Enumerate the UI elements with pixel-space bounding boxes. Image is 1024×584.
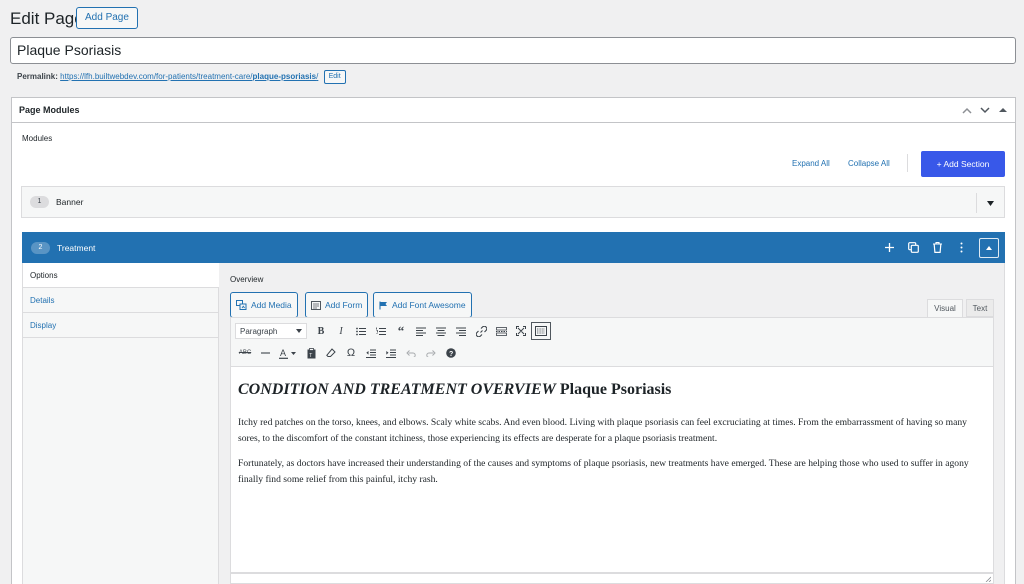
collapse-toggle-icon[interactable] [997, 104, 1009, 116]
indent-icon[interactable] [381, 344, 401, 362]
blockquote-icon[interactable]: “ [391, 322, 411, 340]
field-label-overview: Overview [230, 275, 264, 284]
add-page-button[interactable]: Add Page [76, 7, 138, 29]
post-title-input[interactable]: Plaque Psoriasis [10, 37, 1016, 64]
permalink-base: https://lfh.builtwebdev.com/for-patients… [60, 72, 253, 82]
divider [907, 154, 908, 172]
content-paragraph: Fortunately, as doctors have increased t… [238, 458, 969, 485]
bold-icon[interactable]: B [311, 322, 331, 340]
toolbar-row-1: Paragraph B I “ [235, 322, 551, 340]
add-font-awesome-label: Add Font Awesome [392, 300, 466, 310]
resize-handle-icon[interactable] [985, 576, 991, 582]
permalink-link[interactable]: https://lfh.builtwebdev.com/for-patients… [60, 72, 318, 81]
permalink: Permalink: https://lfh.builtwebdev.com/f… [17, 70, 346, 84]
add-media-label: Add Media [251, 300, 292, 310]
numbered-list-icon[interactable] [371, 322, 391, 340]
tab-details[interactable]: Details [23, 288, 218, 313]
add-section-button[interactable]: + Add Section [921, 151, 1005, 177]
section-label: Treatment [57, 242, 96, 253]
link-icon[interactable] [471, 322, 491, 340]
align-left-icon[interactable] [411, 322, 431, 340]
more-options-icon[interactable] [949, 236, 973, 260]
section-tabs: Options Details Display [23, 263, 219, 584]
page-title: Edit Page [10, 9, 84, 28]
content-heading: CONDITION AND TREATMENT OVERVIEW Plaque … [238, 381, 986, 399]
duplicate-icon[interactable] [901, 236, 925, 260]
svg-text:?: ? [449, 351, 453, 358]
tab-visual[interactable]: Visual [927, 299, 963, 318]
section-row-treatment[interactable]: 2 Treatment [22, 232, 1005, 263]
postbox-header: Page Modules [12, 98, 1015, 123]
italic-icon[interactable]: I [331, 322, 351, 340]
svg-text:A: A [280, 348, 286, 358]
flag-icon [379, 301, 387, 309]
text-color-icon[interactable]: A [275, 344, 301, 362]
add-icon[interactable] [877, 236, 901, 260]
collapse-section-icon[interactable] [979, 237, 999, 258]
permalink-label: Permalink: [17, 72, 58, 82]
section-body-treatment: Options Details Display Overview Add Med… [22, 263, 1005, 584]
expand-section-icon[interactable] [976, 193, 1004, 213]
toolbar-row-2: ABC A T Ω ? [235, 344, 461, 362]
align-right-icon[interactable] [451, 322, 471, 340]
permalink-trailing: / [316, 72, 319, 82]
section-number: 2 [31, 241, 50, 254]
format-select[interactable]: Paragraph [235, 323, 307, 339]
add-media-button[interactable]: Add Media [230, 292, 298, 318]
content-paragraph: Itchy red patches on the torso, knees, a… [238, 417, 967, 444]
editor-content[interactable]: CONDITION AND TREATMENT OVERVIEW Plaque … [230, 367, 994, 573]
format-select-value: Paragraph [240, 326, 278, 336]
read-more-icon[interactable] [491, 322, 511, 340]
add-form-button[interactable]: Add Form [305, 292, 369, 318]
editor-status-bar [230, 573, 994, 584]
horizontal-line-icon[interactable] [255, 344, 275, 362]
heading-italic: CONDITION AND TREATMENT OVERVIEW [238, 381, 556, 398]
expand-all-link[interactable]: Expand All [792, 159, 830, 168]
align-center-icon[interactable] [431, 322, 451, 340]
section-row-banner[interactable]: 1 Banner [21, 186, 1005, 218]
redo-icon[interactable] [421, 344, 441, 362]
media-icon [236, 300, 247, 310]
clear-formatting-icon[interactable] [321, 344, 341, 362]
add-font-awesome-button[interactable]: Add Font Awesome [373, 292, 472, 318]
tab-text[interactable]: Text [966, 299, 994, 317]
editor-toolbar: Paragraph B I “ ABC A T Ω ? [230, 317, 994, 367]
svg-text:T: T [309, 353, 312, 359]
move-down-icon[interactable] [979, 104, 991, 116]
special-character-icon[interactable]: Ω [341, 344, 361, 362]
help-icon[interactable]: ? [441, 344, 461, 362]
paste-text-icon[interactable]: T [301, 344, 321, 362]
strikethrough-icon[interactable]: ABC [235, 344, 255, 362]
toolbar-toggle-icon[interactable] [531, 322, 551, 340]
tab-options[interactable]: Options [23, 263, 219, 288]
section-label: Banner [56, 197, 84, 207]
edit-slug-button[interactable]: Edit [323, 70, 346, 84]
trash-icon[interactable] [925, 236, 949, 260]
add-form-label: Add Form [325, 300, 363, 310]
permalink-slug: plaque-psoriasis [252, 72, 317, 82]
outdent-icon[interactable] [361, 344, 381, 362]
postbox-title: Page Modules [19, 105, 80, 115]
section-number: 1 [30, 196, 49, 208]
tab-display[interactable]: Display [23, 313, 218, 338]
modules-label: Modules [22, 134, 53, 143]
heading-rest: Plaque Psoriasis [555, 381, 672, 398]
postbox-controls [961, 104, 1009, 116]
collapse-all-link[interactable]: Collapse All [848, 159, 890, 168]
fullscreen-icon[interactable] [511, 322, 531, 340]
page-modules-box: Page Modules Modules Expand All Collapse… [11, 97, 1016, 584]
section-tools [877, 232, 1005, 263]
form-icon [311, 300, 321, 310]
move-up-icon[interactable] [961, 104, 973, 116]
bulleted-list-icon[interactable] [351, 322, 371, 340]
chevron-down-icon [296, 329, 302, 333]
undo-icon[interactable] [401, 344, 421, 362]
